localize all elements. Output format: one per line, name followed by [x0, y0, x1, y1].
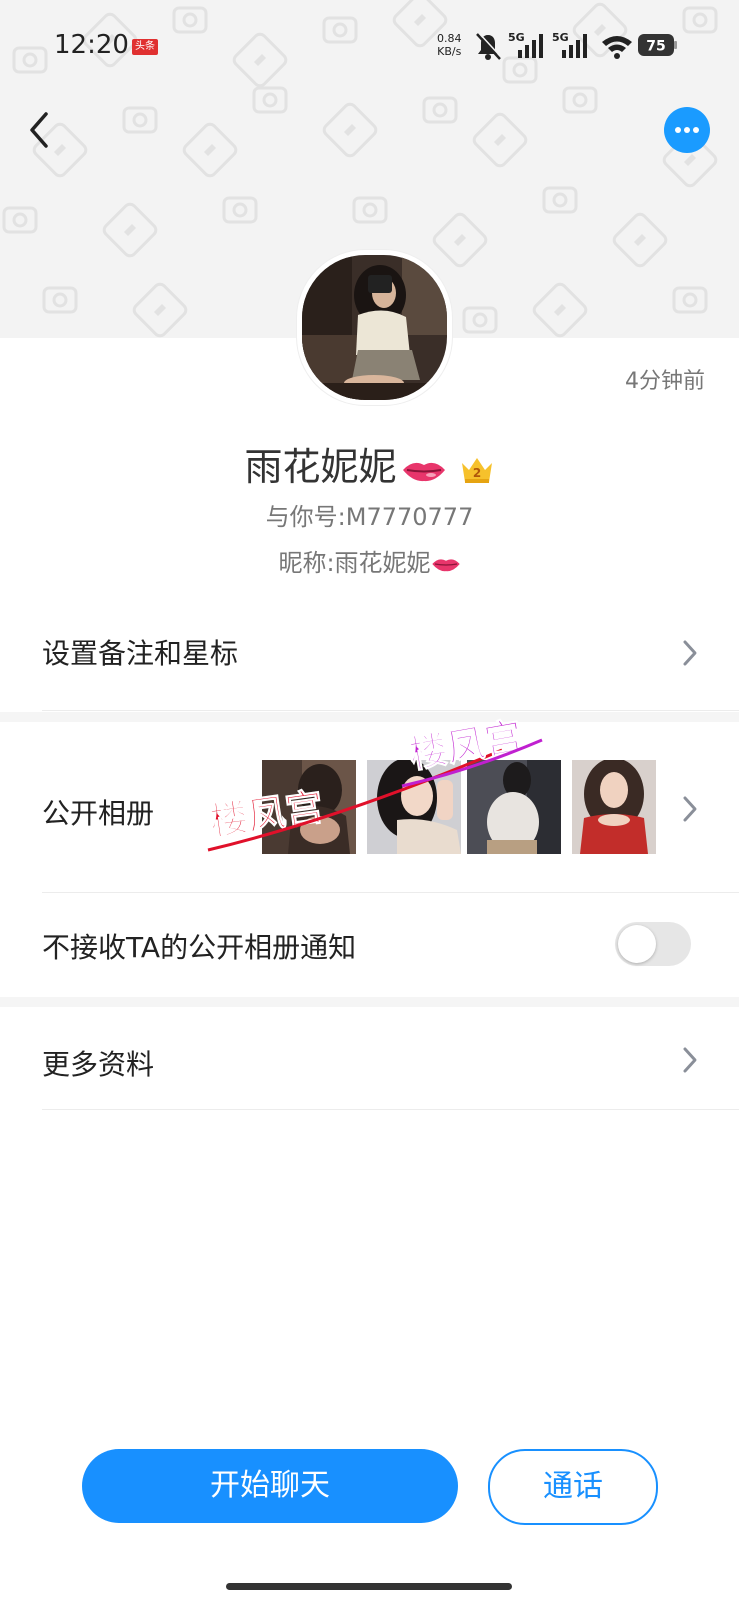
last-seen-time: 4分钟前 [625, 369, 705, 394]
toggle-knob [618, 925, 656, 963]
user-id: 与你号:M7770777 [265, 503, 474, 531]
battery-level: 75 [646, 39, 665, 55]
network-speed-unit: KB/s [437, 45, 462, 58]
chevron-right-icon [683, 640, 697, 666]
call-button[interactable]: 通话 [488, 1449, 658, 1525]
chevron-left-icon [30, 112, 48, 148]
status-time: 12:20 [54, 30, 129, 60]
start-chat-button[interactable]: 开始聊天 [82, 1449, 458, 1523]
section-divider [0, 997, 739, 1007]
battery-icon: 75 [638, 34, 677, 56]
home-indicator[interactable] [226, 1583, 512, 1590]
mute-album-notice-toggle[interactable] [615, 922, 691, 966]
toutiao-notification-icon: 头条 [132, 39, 158, 55]
mute-bell-icon [476, 32, 503, 60]
divider-line [42, 1109, 739, 1110]
ellipsis-icon [675, 127, 699, 133]
network-speed: 0.84 KB/s [437, 32, 462, 58]
network-speed-value: 0.84 [437, 32, 462, 45]
chevron-right-icon [683, 1047, 697, 1073]
lips-emoji-icon [402, 462, 445, 481]
album-photo-4[interactable] [572, 760, 656, 854]
crown-level-icon: 2 [461, 457, 492, 483]
album-watermark: 楼凤宫 楼凤宫 [207, 713, 543, 852]
signal-5g-icon-2: 5G [552, 31, 587, 58]
remark-star-row[interactable]: 设置备注和星标 [0, 610, 739, 696]
crown-level-number: 2 [472, 466, 480, 480]
chevron-right-icon [683, 796, 697, 822]
nickname-text: 雨花妮妮 [244, 445, 397, 489]
signal-5g-icon-1: 5G [508, 31, 543, 58]
album-photo-4-image [572, 760, 656, 854]
remark-star-label: 设置备注和星标 [42, 637, 239, 670]
avatar-photo [302, 255, 447, 400]
more-options-button[interactable] [664, 107, 710, 153]
avatar[interactable] [297, 250, 452, 405]
alias-text: 昵称:雨花妮妮 [278, 549, 431, 577]
lips-emoji-icon-small [431, 559, 460, 572]
more-info-row[interactable]: 更多资料 [0, 1007, 739, 1109]
mute-album-notice-label: 不接收TA的公开相册通知 [42, 931, 357, 964]
profile-nickname: 雨花妮妮 2 [0, 436, 739, 491]
alias-name: 昵称:雨花妮妮 [0, 543, 739, 578]
sim2-label: 5G [552, 31, 569, 44]
sim1-label: 5G [508, 31, 525, 44]
album-thumbnails[interactable]: 楼凤宫 楼凤宫 [207, 713, 672, 854]
more-info-label: 更多资料 [42, 1048, 155, 1081]
status-bar: 12:20 头条 0.84 KB/s 5G 5G 75 [0, 0, 739, 92]
public-album-label: 公开相册 [42, 797, 155, 830]
back-button[interactable] [22, 108, 62, 152]
wifi-icon [602, 36, 632, 59]
status-icons: 5G 5G 75 [476, 31, 677, 60]
